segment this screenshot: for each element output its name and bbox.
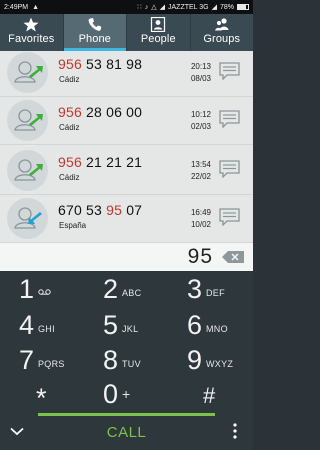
status-bar: 2:49PM ▲ ∷ ♪ △ ◢ JAZZTEL 3G ◢ 78% bbox=[0, 0, 253, 14]
tab-bar: Favorites Phone People Groups bbox=[0, 14, 253, 51]
phone-number: 956 53 81 98 bbox=[58, 56, 143, 72]
location-label: Cádiz bbox=[59, 173, 80, 182]
call-log-item[interactable]: 956 28 06 00 Cádiz 10:12 02/03 bbox=[0, 97, 253, 145]
tab-groups[interactable]: Groups bbox=[191, 14, 254, 51]
contact-placeholder-icon bbox=[14, 207, 42, 229]
wifi-icon: △ bbox=[151, 3, 157, 11]
mute-icon: ♪ bbox=[144, 3, 149, 11]
key-star[interactable]: * bbox=[0, 378, 84, 412]
message-icon[interactable] bbox=[219, 208, 240, 227]
dial-input-bar: 95 bbox=[0, 243, 253, 271]
avatar[interactable] bbox=[7, 100, 48, 141]
call-date: 22/02 bbox=[190, 172, 211, 181]
avatar[interactable] bbox=[7, 150, 48, 191]
call-time: 10:12 bbox=[190, 110, 211, 119]
key-6[interactable]: 6 MNO bbox=[168, 309, 252, 342]
call-bar: CALL bbox=[0, 411, 253, 450]
call-log-item[interactable]: 956 21 21 21 Cádiz 13:54 22/02 bbox=[0, 147, 253, 195]
key-hash[interactable]: # bbox=[168, 378, 252, 411]
call-accent-line bbox=[38, 413, 215, 416]
message-icon[interactable] bbox=[219, 160, 240, 179]
location-label: España bbox=[59, 221, 87, 230]
key-7[interactable]: 7 PQRS bbox=[0, 344, 84, 377]
tab-label: Groups bbox=[203, 33, 241, 45]
message-icon[interactable] bbox=[219, 62, 240, 81]
call-button[interactable]: CALL bbox=[0, 424, 253, 441]
key-2[interactable]: 2 ABC bbox=[84, 273, 168, 306]
location-label: Cádiz bbox=[59, 123, 80, 132]
call-log-item[interactable]: 670 53 95 07 España 16:49 10/02 bbox=[0, 195, 253, 243]
key-5[interactable]: 5 JKL bbox=[84, 309, 168, 342]
key-0[interactable]: 0 + bbox=[84, 378, 168, 411]
notification-icon: ▲ bbox=[32, 3, 40, 11]
avatar[interactable] bbox=[7, 198, 48, 239]
signal-icon-2: ◢ bbox=[211, 3, 217, 11]
status-time: 2:49PM bbox=[4, 3, 29, 11]
tab-label: Favorites bbox=[8, 33, 55, 45]
location-label: Cádiz bbox=[59, 75, 80, 84]
tab-favorites[interactable]: Favorites bbox=[0, 14, 64, 51]
phone-icon bbox=[88, 18, 102, 31]
key-3[interactable]: 3 DEF bbox=[168, 273, 252, 306]
dialpad: 1 2 ABC 3 DEF 4 GHI 5 JKL 6 MNO 7 PQRS 8… bbox=[0, 271, 253, 412]
phone-number: 956 28 06 00 bbox=[58, 104, 143, 120]
call-time: 16:49 bbox=[190, 208, 211, 217]
call-date: 10/02 bbox=[190, 220, 211, 229]
key-9[interactable]: 9 WXYZ bbox=[168, 344, 252, 377]
call-time: 20:13 bbox=[190, 62, 211, 71]
call-time: 13:54 bbox=[190, 160, 211, 169]
star-icon bbox=[23, 17, 39, 32]
message-icon[interactable] bbox=[219, 110, 240, 129]
battery-icon bbox=[237, 4, 249, 10]
contact-placeholder-icon bbox=[14, 109, 43, 131]
key-4[interactable]: 4 GHI bbox=[0, 309, 84, 342]
group-icon bbox=[214, 18, 229, 31]
avatar[interactable] bbox=[7, 52, 48, 93]
call-date: 08/03 bbox=[190, 74, 211, 83]
call-log-item[interactable]: 956 53 81 98 Cádiz 20:13 08/03 bbox=[0, 51, 253, 97]
dialed-number-field[interactable]: 95 bbox=[188, 245, 213, 269]
tab-phone[interactable]: Phone bbox=[63, 14, 127, 51]
tab-label: Phone bbox=[78, 33, 111, 45]
call-log-list[interactable]: 956 53 81 98 Cádiz 20:13 08/03 956 28 06… bbox=[0, 51, 253, 243]
phone-number: 956 21 21 21 bbox=[58, 154, 143, 170]
tab-people[interactable]: People bbox=[127, 14, 191, 51]
dialer-screen: 2:49PM ▲ ∷ ♪ △ ◢ JAZZTEL 3G ◢ 78% Favori… bbox=[0, 0, 253, 450]
contact-placeholder-icon bbox=[14, 61, 43, 83]
contact-card-icon bbox=[151, 17, 166, 32]
contact-placeholder-icon bbox=[14, 159, 43, 181]
bluetooth-icon: ∷ bbox=[137, 3, 142, 11]
signal-icon: ◢ bbox=[159, 3, 165, 11]
call-date: 02/03 bbox=[190, 122, 211, 131]
tab-label: People bbox=[140, 33, 176, 45]
key-1[interactable]: 1 bbox=[0, 273, 84, 306]
carrier-name: JAZZTEL 3G bbox=[168, 3, 209, 11]
backspace-icon[interactable] bbox=[222, 251, 244, 263]
overflow-menu-icon[interactable] bbox=[233, 423, 237, 439]
key-8[interactable]: 8 TUV bbox=[84, 344, 168, 377]
voicemail-icon bbox=[38, 289, 51, 295]
phone-number: 670 53 95 07 bbox=[58, 202, 143, 218]
battery-percent: 78% bbox=[219, 3, 234, 11]
